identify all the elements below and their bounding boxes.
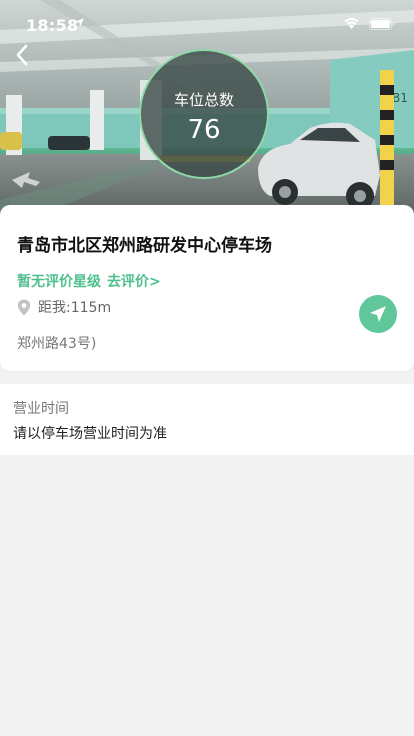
status-time: 18:58 <box>26 16 79 35</box>
level-sign: B1 <box>392 91 408 105</box>
wifi-icon <box>344 18 359 29</box>
distance-text: 距我:115m <box>38 300 112 316</box>
distance-row: 距我:115m <box>17 297 111 317</box>
status-bar: 18:58 <box>0 0 414 44</box>
navigate-arrow-icon <box>370 306 386 322</box>
battery-icon <box>369 18 395 30</box>
address-text: 郑州路43号) <box>17 336 97 352</box>
total-spaces-value: 76 <box>187 115 221 145</box>
back-button[interactable] <box>10 40 36 70</box>
business-hours-value: 请以停车场营业时间为准 <box>13 426 167 442</box>
location-pin-icon <box>17 299 31 315</box>
parking-lot-name: 青岛市北区郑州路研发中心停车场 <box>17 236 272 256</box>
business-hours-label: 营业时间 <box>13 401 69 417</box>
rate-link[interactable]: 去评价> <box>107 274 161 290</box>
back-chevron-icon <box>16 44 28 66</box>
rating-status: 暂无评价星级 <box>17 274 101 290</box>
parking-lot-info-card: 青岛市北区郑州路研发中心停车场 暂无评价星级 去评价> 距我:115m 郑州路43… <box>0 205 414 371</box>
total-spaces-badge: 车位总数 76 <box>139 49 269 179</box>
parking-lot-photo: B1 18:58 车位总数 76 <box>0 0 414 215</box>
navigate-button[interactable] <box>359 295 397 333</box>
business-hours-card: 营业时间 请以停车场营业时间为准 <box>0 384 414 455</box>
total-spaces-label: 车位总数 <box>173 91 234 109</box>
rating-row: 暂无评价星级 去评价> <box>17 271 161 291</box>
location-arrow-icon <box>75 18 84 27</box>
